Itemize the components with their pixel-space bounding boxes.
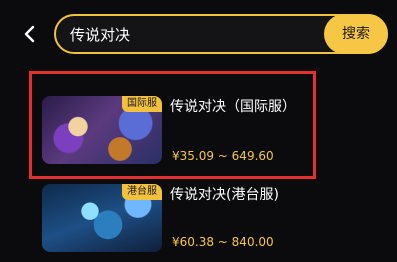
result-title: 传说对决（国际服） [170,99,296,115]
server-tag: 港台服 [122,184,162,200]
game-thumbnail: 国际服 [42,96,162,164]
result-card[interactable]: 港台服 传说对决(港台服) ¥60.38 ~ 840.00 [42,184,312,254]
search-input[interactable]: 传说对决 [70,24,130,46]
result-price: ¥35.09 ~ 649.60 [172,149,274,163]
result-card[interactable]: 国际服 传说对决（国际服） ¥35.09 ~ 649.60 [42,96,312,168]
search-bar: 传说对决 搜索 [54,14,388,54]
back-button[interactable] [18,22,42,46]
server-tag: 国际服 [122,96,162,112]
result-title: 传说对决(港台服) [170,187,279,203]
game-thumbnail: 港台服 [42,184,162,252]
chevron-left-icon [24,25,35,43]
search-button[interactable]: 搜索 [324,14,388,54]
result-price: ¥60.38 ~ 840.00 [172,235,274,249]
